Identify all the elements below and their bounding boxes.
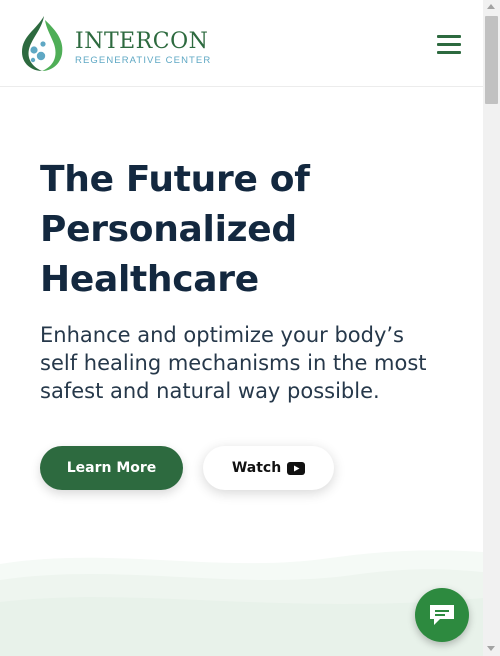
hero-subtitle-line: safest and natural way possible.: [40, 379, 380, 403]
decorative-waves: [0, 550, 483, 656]
chat-bubble-icon: [430, 605, 454, 625]
watch-label: Watch: [231, 460, 282, 476]
hero-subtitle: Enhance and optimize your body’s self he…: [40, 321, 460, 405]
youtube-play-icon: [287, 461, 306, 475]
scroll-up-arrow-icon[interactable]: [487, 4, 495, 9]
logo-icon[interactable]: [14, 14, 66, 72]
learn-more-button[interactable]: Learn More: [40, 446, 183, 490]
hero-title: The Future of Personalized Healthcare: [40, 155, 460, 305]
menu-bar: [437, 43, 461, 46]
scrollbar[interactable]: [483, 0, 500, 656]
page: INTERCON REGENERATIVE CENTER The Future …: [0, 0, 483, 656]
hero-title-line: The Future of: [40, 159, 310, 200]
scroll-down-arrow-icon[interactable]: [487, 646, 495, 651]
hero-title-line: Healthcare: [40, 259, 259, 300]
menu-bar: [437, 51, 461, 54]
hamburger-menu-icon[interactable]: [437, 35, 463, 57]
menu-bar: [437, 35, 461, 38]
brand-subtitle: REGENERATIVE CENTER: [75, 55, 212, 66]
watch-button[interactable]: Watch: [203, 446, 334, 490]
hero-subtitle-line: Enhance and optimize your body’s: [40, 323, 404, 347]
hero-subtitle-line: self healing mechanisms in the most: [40, 351, 427, 375]
brand[interactable]: INTERCON REGENERATIVE CENTER: [75, 29, 212, 67]
site-header: INTERCON REGENERATIVE CENTER: [0, 0, 483, 87]
brand-name: INTERCON: [75, 29, 209, 54]
chat-button[interactable]: [415, 588, 469, 642]
hero-title-line: Personalized: [40, 209, 297, 250]
scrollbar-thumb[interactable]: [485, 16, 498, 104]
learn-more-label: Learn More: [66, 460, 157, 476]
